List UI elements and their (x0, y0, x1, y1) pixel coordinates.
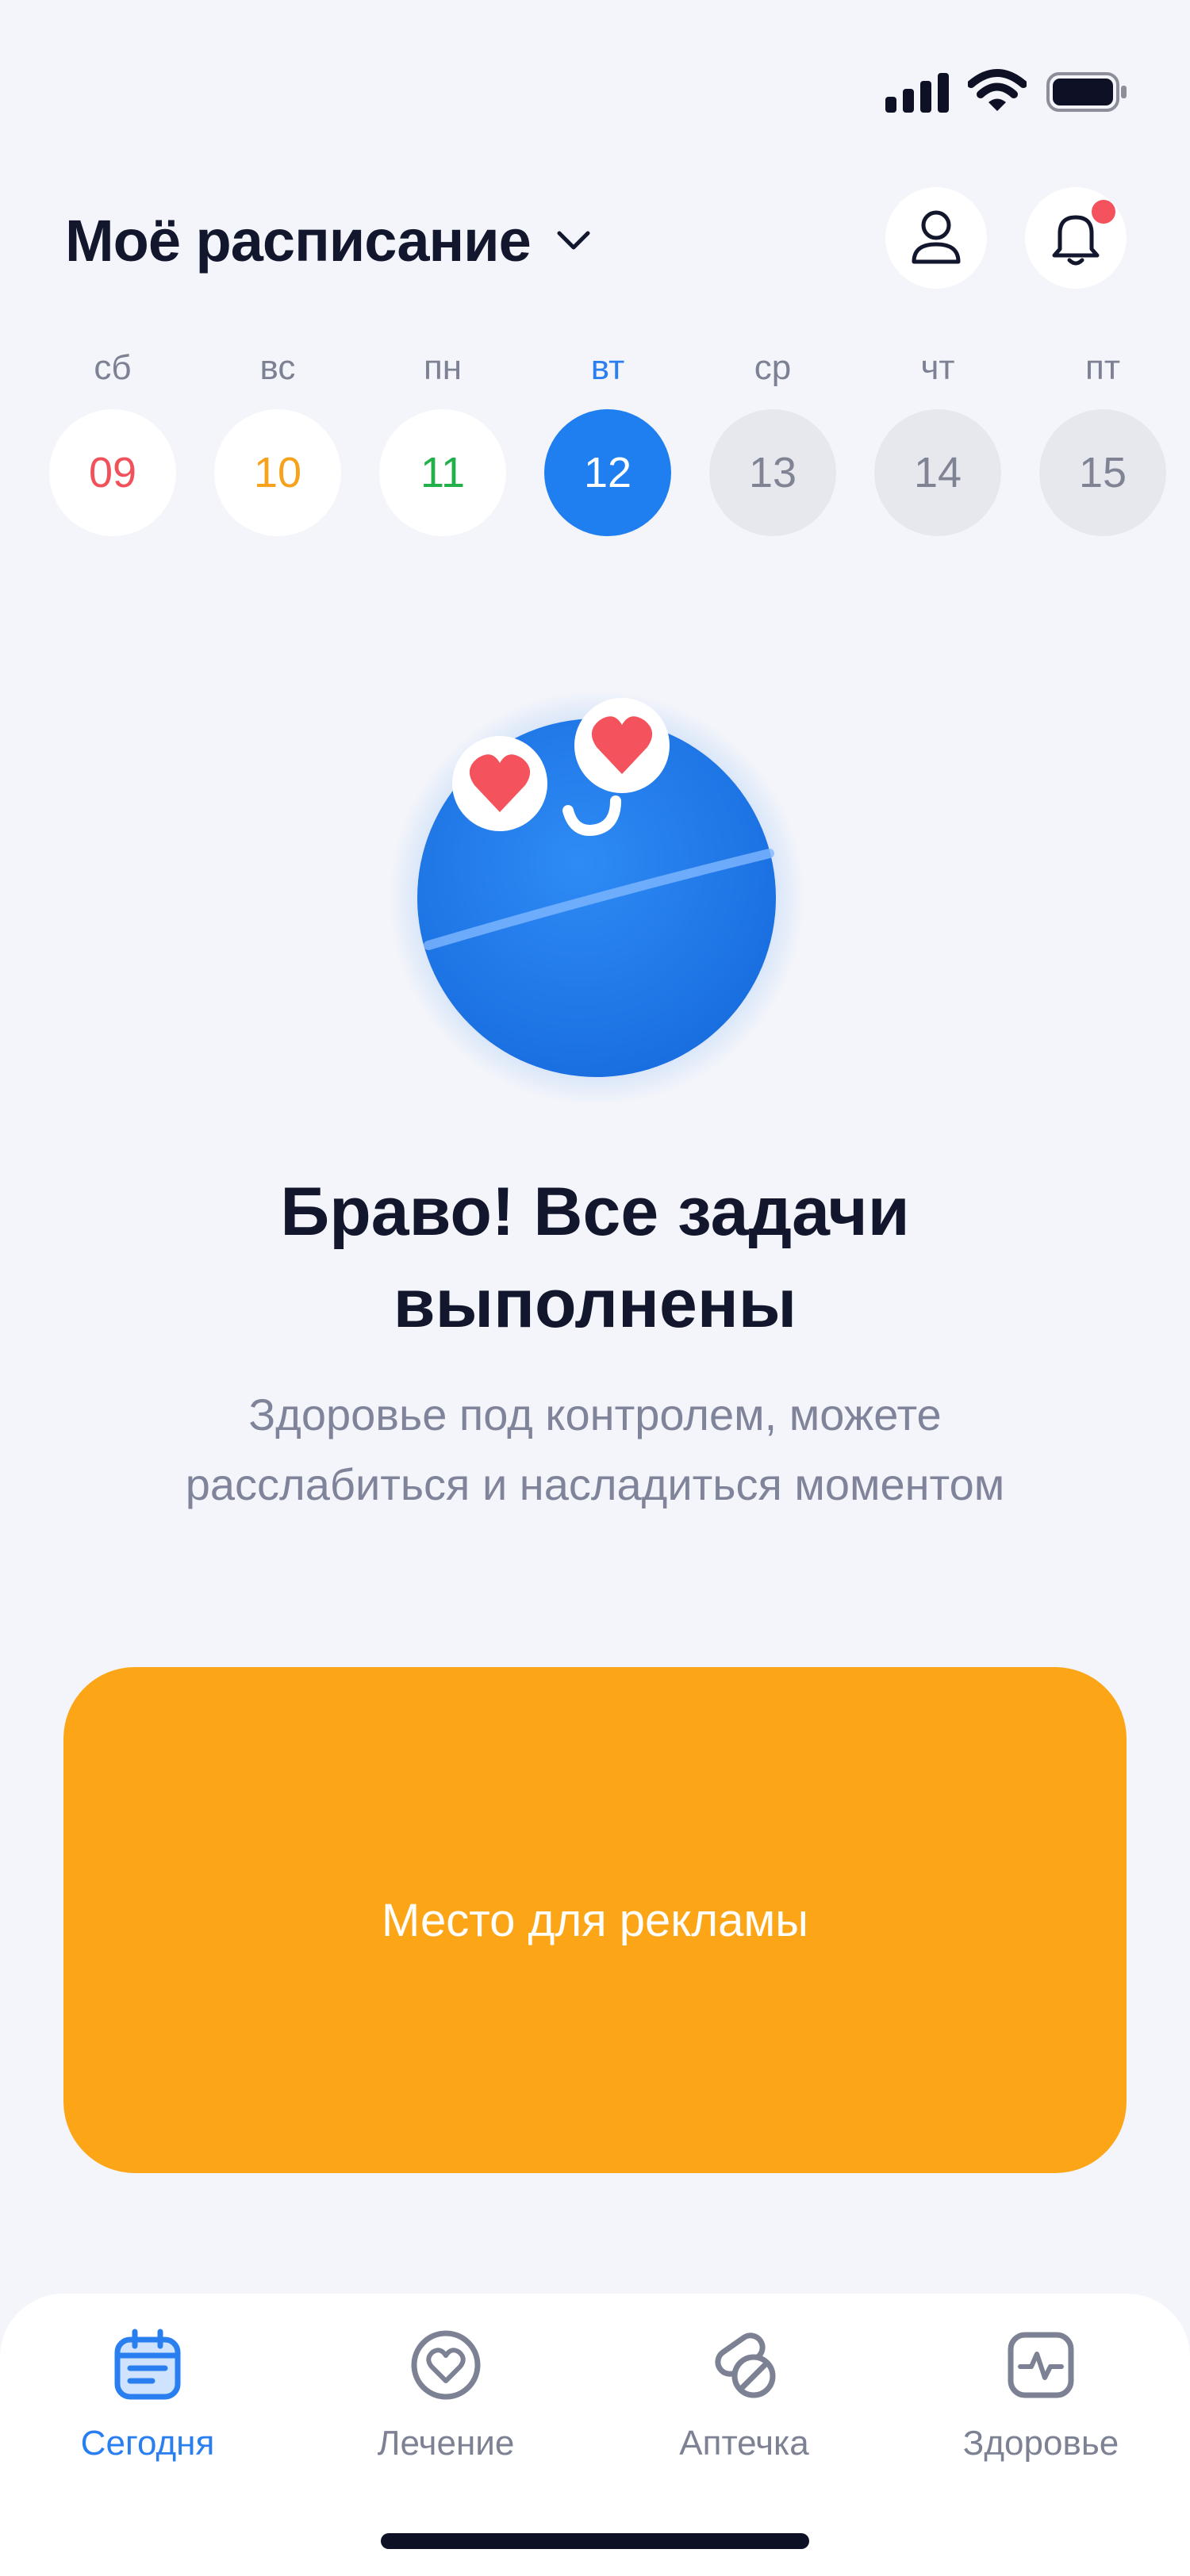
weekday-label: вс (259, 348, 296, 387)
completion-title-line: выполнены (393, 1266, 797, 1342)
home-indicator[interactable] (381, 2533, 809, 2549)
weekday-label: чт (920, 348, 955, 387)
completion-subtitle-line: расслабиться и насладиться моментом (185, 1459, 1005, 1509)
notifications-button[interactable] (1025, 187, 1127, 289)
tab-treatment[interactable]: Лечение (327, 2325, 565, 2463)
schedule-selector[interactable]: Моё расписание (65, 205, 593, 276)
day-number: 09 (49, 409, 176, 536)
wifi-icon (968, 69, 1027, 111)
day-number: 14 (874, 409, 1001, 536)
profile-button[interactable] (885, 187, 987, 289)
user-icon (912, 210, 961, 264)
calendar-day[interactable]: чт 14 (874, 343, 1001, 536)
calendar-day[interactable]: ср 13 (709, 343, 836, 536)
chevron-down-icon (557, 231, 590, 250)
weekday-label: вт (590, 348, 625, 387)
completion-subtitle-line: Здоровье под контролем, можете (248, 1390, 942, 1439)
status-bar (0, 0, 1190, 190)
weekday-label: ср (754, 348, 792, 387)
tab-health[interactable]: Здоровье (922, 2325, 1160, 2463)
notification-badge (1092, 200, 1115, 224)
tab-label: Здоровье (962, 2424, 1119, 2463)
calendar-day[interactable]: вс 10 (214, 343, 341, 536)
page-title: Моё расписание (65, 207, 532, 274)
completion-title-line: Браво! Все задачи (280, 1174, 910, 1250)
tab-today[interactable]: Сегодня (29, 2325, 267, 2463)
calendar-day[interactable]: пт 15 (1039, 343, 1166, 536)
pulse-icon (1008, 2332, 1074, 2398)
battery-icon (1046, 72, 1127, 112)
day-number: 15 (1039, 409, 1166, 536)
tab-label: Лечение (377, 2424, 515, 2463)
weekday-label: пт (1085, 348, 1120, 387)
heart-icon (411, 2330, 481, 2400)
ad-banner[interactable]: Место для рекламы (63, 1667, 1127, 2173)
day-number: 11 (379, 409, 506, 536)
weekday-label: пн (423, 348, 463, 387)
cellular-signal-icon (885, 73, 949, 113)
completion-title: Браво! Все задачи выполнены (0, 1166, 1190, 1350)
ad-label: Место для рекламы (382, 1894, 808, 1946)
calendar-day[interactable]: пн 11 (379, 343, 506, 536)
completion-subtitle: Здоровье под контролем, можете расслабит… (0, 1380, 1190, 1520)
calendar-icon (114, 2329, 181, 2400)
calendar-day[interactable]: сб 09 (49, 343, 176, 536)
pills-icon (715, 2333, 776, 2398)
day-number: 13 (709, 409, 836, 536)
pill-mascot-illustration (389, 690, 804, 1102)
tab-medicine-cabinet[interactable]: Аптечка (625, 2325, 863, 2463)
day-number: 12 (544, 409, 671, 536)
tab-label: Сегодня (80, 2424, 215, 2463)
weekday-label: сб (94, 348, 132, 387)
day-number: 10 (214, 409, 341, 536)
calendar-day-selected[interactable]: вт 12 (544, 343, 671, 536)
tab-label: Аптечка (679, 2424, 809, 2463)
